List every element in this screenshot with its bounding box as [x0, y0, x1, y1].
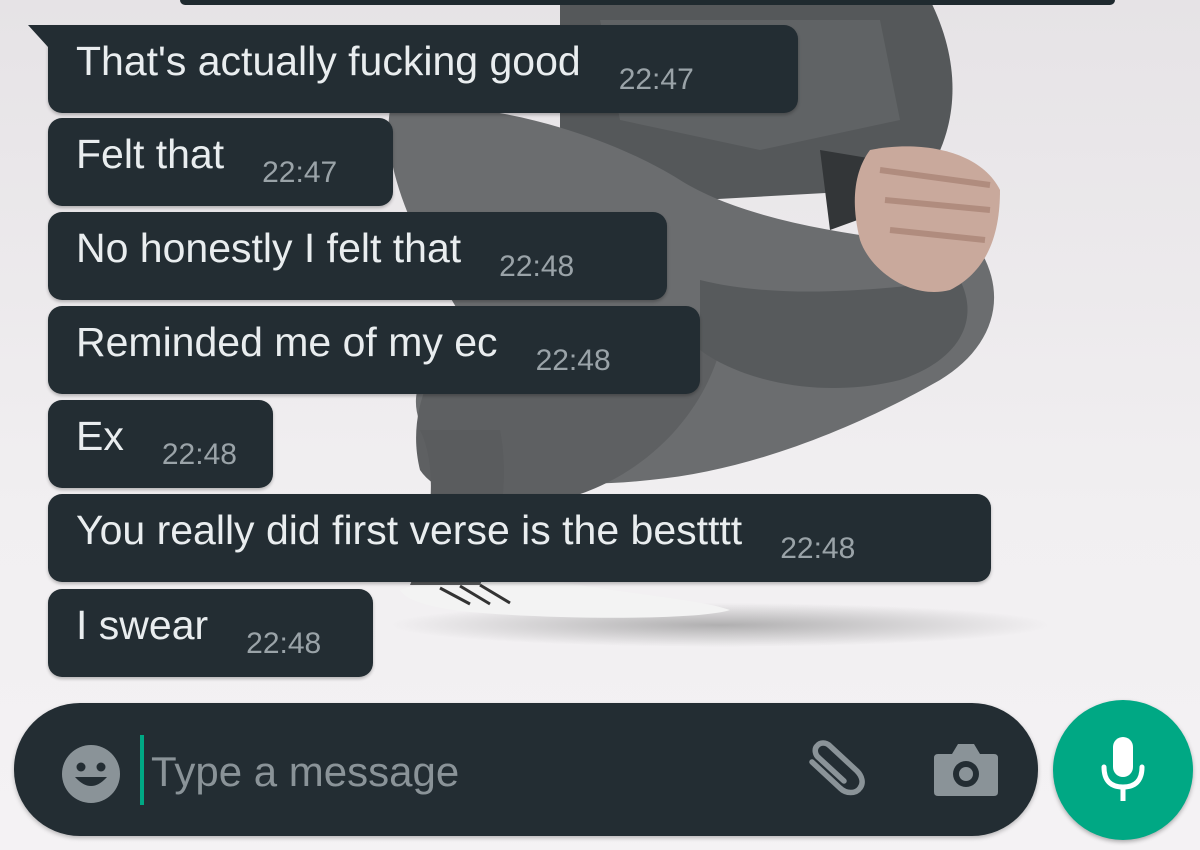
message-text: Ex: [76, 412, 124, 459]
message-text: Felt that: [76, 130, 225, 177]
message-bubble[interactable]: Ex 22:48: [48, 400, 273, 488]
message-time: 22:47: [262, 156, 338, 189]
text-caret: [140, 735, 144, 805]
message-text: You really did first verse is the besttt…: [76, 506, 743, 553]
message-time: 22:48: [780, 532, 856, 565]
message-text: I swear: [76, 601, 209, 648]
previous-message-edge: [180, 0, 1115, 5]
message-bubble[interactable]: I swear 22:48: [48, 589, 373, 677]
message-time: 22:48: [535, 344, 611, 377]
bubble-tail: [28, 25, 48, 47]
message-text: That's actually fucking good: [76, 37, 581, 84]
emoji-icon[interactable]: [60, 743, 122, 805]
message-text: Reminded me of my ec: [76, 318, 498, 365]
message-bubble[interactable]: That's actually fucking good 22:47: [28, 25, 798, 113]
camera-icon[interactable]: [932, 740, 1000, 798]
message-bubble[interactable]: Reminded me of my ec 22:48: [48, 306, 700, 394]
message-time: 22:47: [618, 63, 694, 96]
message-text: No honestly I felt that: [76, 224, 462, 271]
microphone-button[interactable]: [1053, 700, 1193, 840]
message-time: 22:48: [499, 250, 575, 283]
message-input[interactable]: [151, 740, 771, 804]
message-time: 22:48: [161, 438, 237, 471]
message-bubble[interactable]: You really did first verse is the besttt…: [48, 494, 991, 582]
message-bubble[interactable]: Felt that 22:47: [48, 118, 393, 206]
message-bubble[interactable]: No honestly I felt that 22:48: [48, 212, 667, 300]
paperclip-icon[interactable]: [800, 740, 870, 800]
message-time: 22:48: [246, 627, 322, 660]
microphone-icon: [1101, 737, 1145, 801]
